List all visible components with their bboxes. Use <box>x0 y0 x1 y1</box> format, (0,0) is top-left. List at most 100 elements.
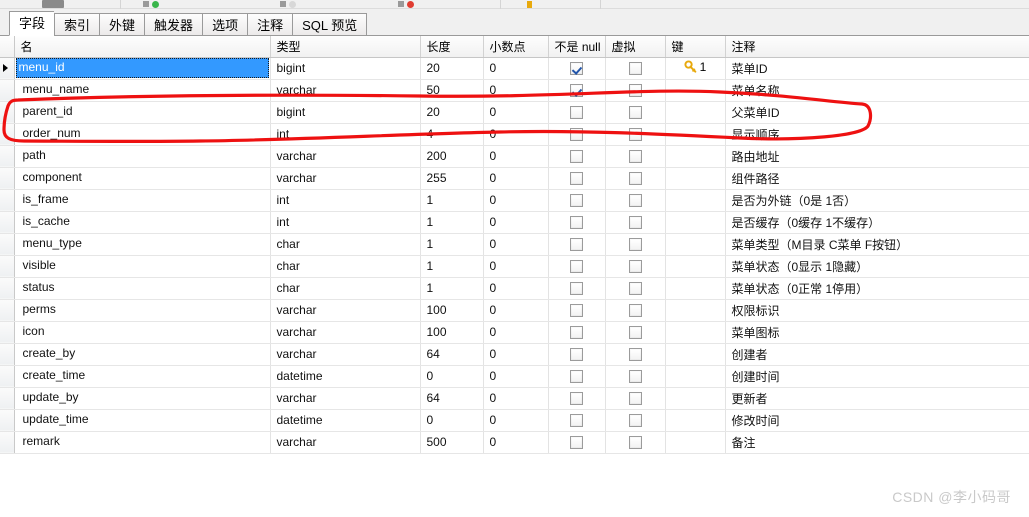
cell-field-length[interactable]: 200 <box>420 145 484 168</box>
table-row[interactable]: order_num int 4 0 显示顺序 <box>0 123 1029 146</box>
table-row[interactable]: remark varchar 500 0 备注 <box>0 431 1029 454</box>
cell-field-length[interactable]: 100 <box>420 299 484 322</box>
cell-field-decimal[interactable]: 0 <box>483 123 549 146</box>
cell-field-decimal[interactable]: 0 <box>483 299 549 322</box>
cell-not-null[interactable] <box>548 431 606 454</box>
cell-not-null[interactable] <box>548 299 606 322</box>
checkbox-unchecked-icon[interactable] <box>628 62 642 76</box>
row-selector[interactable] <box>0 189 15 212</box>
cell-key[interactable] <box>665 343 726 366</box>
row-selector[interactable] <box>0 321 15 344</box>
checkbox-unchecked-icon[interactable] <box>628 348 642 362</box>
checkbox-unchecked-icon[interactable] <box>570 238 583 252</box>
checkbox-unchecked-icon[interactable] <box>570 414 583 428</box>
cell-field-type[interactable]: varchar <box>270 167 421 190</box>
cell-field-type[interactable]: int <box>270 123 421 146</box>
tab-comment[interactable]: 注释 <box>247 13 293 36</box>
header-decimal[interactable]: 小数点 <box>483 36 549 58</box>
checkbox-unchecked-icon[interactable] <box>628 194 642 208</box>
checkbox-unchecked-icon[interactable] <box>570 194 583 208</box>
cell-field-length[interactable]: 50 <box>420 79 484 102</box>
cell-key[interactable] <box>665 321 726 344</box>
cell-field-decimal[interactable]: 0 <box>483 255 549 278</box>
cell-not-null[interactable] <box>548 189 606 212</box>
cell-virtual[interactable] <box>605 189 666 212</box>
cell-field-type[interactable]: bigint <box>270 57 421 80</box>
cell-field-decimal[interactable]: 0 <box>483 321 549 344</box>
tab-fields[interactable]: 字段 <box>9 11 55 36</box>
cell-field-name[interactable]: order_num <box>14 123 271 146</box>
checkbox-unchecked-icon[interactable] <box>628 304 642 318</box>
field-grid[interactable]: 名 类型 长度 小数点 不是 null 虚拟 键 注释 menu_id bigin… <box>0 36 1029 500</box>
cell-key[interactable] <box>665 409 726 432</box>
cell-virtual[interactable] <box>605 79 666 102</box>
row-selector[interactable] <box>0 57 15 80</box>
cell-not-null[interactable] <box>548 255 606 278</box>
cell-comment[interactable]: 显示顺序 <box>725 123 1029 146</box>
checkbox-unchecked-icon[interactable] <box>628 392 642 406</box>
cell-not-null[interactable] <box>548 211 606 234</box>
cell-key[interactable] <box>665 211 726 234</box>
tab-indexes[interactable]: 索引 <box>54 13 100 36</box>
cell-comment[interactable]: 菜单图标 <box>725 321 1029 344</box>
cell-field-decimal[interactable]: 0 <box>483 57 549 80</box>
checkbox-unchecked-icon[interactable] <box>570 436 583 450</box>
cell-comment[interactable]: 创建者 <box>725 343 1029 366</box>
cell-comment[interactable]: 是否缓存（0缓存 1不缓存） <box>725 211 1029 234</box>
cell-comment[interactable]: 更新者 <box>725 387 1029 410</box>
checkbox-unchecked-icon[interactable] <box>570 172 583 186</box>
table-row[interactable]: create_by varchar 64 0 创建者 <box>0 343 1029 366</box>
cell-comment[interactable]: 是否为外链（0是 1否） <box>725 189 1029 212</box>
cell-key[interactable] <box>665 123 726 146</box>
cell-key[interactable] <box>665 189 726 212</box>
cell-virtual[interactable] <box>605 233 666 256</box>
row-selector[interactable] <box>0 431 15 454</box>
row-selector[interactable] <box>0 123 15 146</box>
delete-icon-base[interactable] <box>398 1 404 7</box>
tab-options[interactable]: 选项 <box>202 13 248 36</box>
cell-field-length[interactable]: 64 <box>420 387 484 410</box>
cell-field-name[interactable]: perms <box>14 299 271 322</box>
cell-virtual[interactable] <box>605 387 666 410</box>
cell-comment[interactable]: 菜单状态（0正常 1停用） <box>725 277 1029 300</box>
insert-icon[interactable] <box>289 1 296 8</box>
cell-field-decimal[interactable]: 0 <box>483 211 549 234</box>
cell-field-length[interactable]: 1 <box>420 211 484 234</box>
cell-field-decimal[interactable]: 0 <box>483 189 549 212</box>
cell-field-type[interactable]: char <box>270 233 421 256</box>
cell-field-decimal[interactable]: 0 <box>483 343 549 366</box>
table-row[interactable]: is_frame int 1 0 是否为外链（0是 1否） <box>0 189 1029 212</box>
cell-field-type[interactable]: int <box>270 189 421 212</box>
cell-comment[interactable]: 菜单状态（0显示 1隐藏） <box>725 255 1029 278</box>
cell-field-decimal[interactable]: 0 <box>483 101 549 124</box>
tab-triggers[interactable]: 触发器 <box>144 13 203 36</box>
checkbox-unchecked-icon[interactable] <box>628 260 642 274</box>
cell-field-decimal[interactable]: 0 <box>483 409 549 432</box>
cell-virtual[interactable] <box>605 123 666 146</box>
cell-not-null[interactable] <box>548 233 606 256</box>
cell-not-null[interactable] <box>548 343 606 366</box>
cell-comment[interactable]: 组件路径 <box>725 167 1029 190</box>
header-length[interactable]: 长度 <box>420 36 484 58</box>
cell-not-null[interactable] <box>548 79 606 102</box>
cell-key[interactable] <box>665 145 726 168</box>
cell-not-null[interactable] <box>548 145 606 168</box>
cell-field-type[interactable]: int <box>270 211 421 234</box>
row-selector[interactable] <box>0 233 15 256</box>
cell-field-decimal[interactable]: 0 <box>483 431 549 454</box>
cell-not-null[interactable] <box>548 57 606 80</box>
table-row[interactable]: create_time datetime 0 0 创建时间 <box>0 365 1029 388</box>
cell-virtual[interactable] <box>605 57 666 80</box>
row-selector[interactable] <box>0 145 15 168</box>
cell-virtual[interactable] <box>605 101 666 124</box>
cell-comment[interactable]: 路由地址 <box>725 145 1029 168</box>
table-row[interactable]: visible char 1 0 菜单状态（0显示 1隐藏） <box>0 255 1029 278</box>
cell-field-name[interactable]: menu_id <box>14 57 271 80</box>
checkbox-unchecked-icon[interactable] <box>570 348 583 362</box>
row-selector[interactable] <box>0 409 15 432</box>
tab-foreign-keys[interactable]: 外键 <box>99 13 145 36</box>
cell-field-name[interactable]: update_by <box>14 387 271 410</box>
primary-key-icon[interactable] <box>527 1 532 8</box>
header-type[interactable]: 类型 <box>270 36 421 58</box>
cell-not-null[interactable] <box>548 321 606 344</box>
